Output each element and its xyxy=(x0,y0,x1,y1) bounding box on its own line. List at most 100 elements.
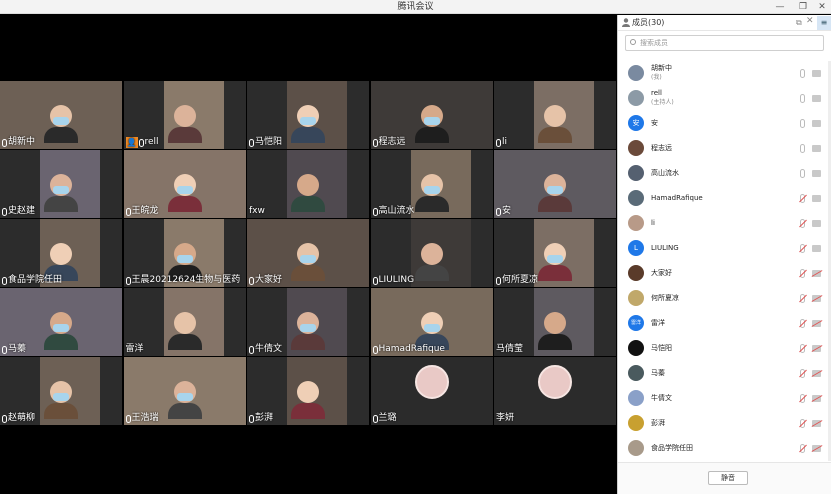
video-tile[interactable]: fxw xyxy=(247,150,369,218)
minimize-icon[interactable]: — xyxy=(772,0,788,14)
video-tile[interactable]: 大家好 xyxy=(247,219,369,287)
camera-icon[interactable] xyxy=(812,195,821,202)
video-tile[interactable]: 王皖龙 xyxy=(123,150,246,218)
microphone-icon[interactable] xyxy=(800,94,805,103)
microphone-muted-icon[interactable] xyxy=(800,319,805,328)
camera-off-icon[interactable] xyxy=(812,320,821,327)
video-tile[interactable]: 食品学院任田 xyxy=(0,219,122,287)
video-tile[interactable]: 胡新中 xyxy=(0,81,122,149)
microphone-icon[interactable] xyxy=(800,144,805,153)
camera-icon[interactable] xyxy=(812,220,821,227)
camera-off-icon[interactable] xyxy=(812,270,821,277)
member-avatar xyxy=(628,365,644,381)
member-row[interactable]: 高山流水 xyxy=(618,161,831,186)
participant-name: 王晨20212624生物与医药 xyxy=(131,275,241,285)
camera-off-icon[interactable] xyxy=(812,420,821,427)
video-tile[interactable]: 高山流水 xyxy=(370,150,493,218)
member-name: 彭湃 xyxy=(651,419,665,427)
participant-label: 赵萌柳 xyxy=(2,413,35,424)
video-tile[interactable]: 兰璐 xyxy=(370,357,493,425)
member-search-input[interactable]: 搜索成员 xyxy=(625,35,824,51)
video-tile[interactable]: 李妍 xyxy=(494,357,616,425)
camera-off-icon[interactable] xyxy=(812,345,821,352)
video-tile[interactable]: 牛倩文 xyxy=(247,288,369,356)
member-row[interactable]: rell (主持人) xyxy=(618,86,831,111)
microphone-icon xyxy=(2,138,7,147)
member-row[interactable]: li xyxy=(618,211,831,236)
video-tile[interactable]: 赵萌柳 xyxy=(0,357,122,425)
video-tile[interactable]: 安 xyxy=(494,150,616,218)
camera-icon[interactable] xyxy=(812,245,821,252)
microphone-muted-icon[interactable] xyxy=(800,369,805,378)
microphone-icon xyxy=(372,207,378,216)
restore-icon[interactable]: ❐ xyxy=(795,0,811,14)
microphone-muted-icon[interactable] xyxy=(800,194,805,203)
video-tile[interactable]: 何所夏凉 xyxy=(494,219,616,287)
video-tile[interactable]: 雷洋 xyxy=(123,288,246,356)
search-placeholder: 搜索成员 xyxy=(640,39,668,47)
member-name: 何所夏凉 xyxy=(651,294,679,302)
camera-off-icon[interactable] xyxy=(812,370,821,377)
member-row[interactable]: 大家好 xyxy=(618,261,831,286)
microphone-icon[interactable] xyxy=(800,69,805,78)
video-tile[interactable]: 王浩瑞 xyxy=(123,357,246,425)
member-row[interactable]: 马恺阳 xyxy=(618,336,831,361)
member-row[interactable]: 雷洋 雷洋 xyxy=(618,311,831,336)
video-tile[interactable]: 彭湃 xyxy=(247,357,369,425)
menu-icon[interactable]: ≡ xyxy=(817,16,831,30)
mute-all-button[interactable]: 静音 xyxy=(708,471,748,485)
participant-label: 胡新中 xyxy=(2,137,35,148)
video-tile[interactable]: 马倩莹 xyxy=(494,288,616,356)
microphone-muted-icon[interactable] xyxy=(800,294,805,303)
member-row[interactable]: 程志远 xyxy=(618,136,831,161)
video-tile[interactable]: 程志远 xyxy=(370,81,493,149)
participant-figure xyxy=(538,243,572,281)
video-tile[interactable]: 马恺阳 xyxy=(247,81,369,149)
camera-icon[interactable] xyxy=(812,120,821,127)
camera-off-icon[interactable] xyxy=(812,445,821,452)
camera-icon[interactable] xyxy=(812,170,821,177)
member-name: HamadRafique xyxy=(651,194,703,202)
member-row[interactable]: 何所夏凉 xyxy=(618,286,831,311)
participant-name: 王皖龙 xyxy=(131,206,159,216)
video-tile[interactable]: 👤 rell xyxy=(123,81,246,149)
microphone-muted-icon[interactable] xyxy=(800,269,805,278)
member-name: 胡新中 xyxy=(651,64,672,72)
member-avatar xyxy=(628,415,644,431)
microphone-muted-icon[interactable] xyxy=(800,244,805,253)
video-tile[interactable]: HamadRafique xyxy=(370,288,493,356)
participant-figure xyxy=(291,174,325,212)
panel-close-icon[interactable]: ✕ xyxy=(806,16,814,26)
popout-icon[interactable]: ⧉ xyxy=(796,18,802,28)
camera-off-icon[interactable] xyxy=(812,295,821,302)
microphone-icon[interactable] xyxy=(800,119,805,128)
microphone-muted-icon[interactable] xyxy=(800,394,805,403)
video-tile[interactable]: LIULING xyxy=(370,219,493,287)
camera-icon[interactable] xyxy=(812,145,821,152)
member-row[interactable]: 牛倩文 xyxy=(618,386,831,411)
microphone-muted-icon[interactable] xyxy=(800,344,805,353)
participant-figure xyxy=(414,105,449,143)
window-title: 腾讯会议 xyxy=(397,2,434,12)
camera-off-icon[interactable] xyxy=(812,395,821,402)
video-tile[interactable]: 史赵建 xyxy=(0,150,122,218)
camera-icon[interactable] xyxy=(812,95,821,102)
close-icon[interactable]: ✕ xyxy=(814,0,830,14)
members-panel: 成员(30) ⧉ ✕ ≡ 搜索成员 胡新中 (我) rell (主持人) 安安程志远 高山… xyxy=(617,15,831,494)
member-row[interactable]: 食品学院任田 xyxy=(618,436,831,461)
video-tile[interactable]: 马蓁 xyxy=(0,288,122,356)
member-row[interactable]: 马蓁 xyxy=(618,361,831,386)
microphone-muted-icon[interactable] xyxy=(800,419,805,428)
microphone-icon[interactable] xyxy=(800,169,805,178)
member-row[interactable]: 彭湃 xyxy=(618,411,831,436)
video-tile[interactable]: li xyxy=(494,81,616,149)
participant-name: 安 xyxy=(502,206,512,216)
microphone-muted-icon[interactable] xyxy=(800,219,805,228)
member-row[interactable]: 安安 xyxy=(618,111,831,136)
member-row[interactable]: 胡新中 (我) xyxy=(618,61,831,86)
video-tile[interactable]: 王晨20212624生物与医药 xyxy=(123,219,246,287)
member-row[interactable]: L LIULING xyxy=(618,236,831,261)
microphone-muted-icon[interactable] xyxy=(800,444,805,453)
camera-icon[interactable] xyxy=(812,70,821,77)
member-row[interactable]: HamadRafique xyxy=(618,186,831,211)
